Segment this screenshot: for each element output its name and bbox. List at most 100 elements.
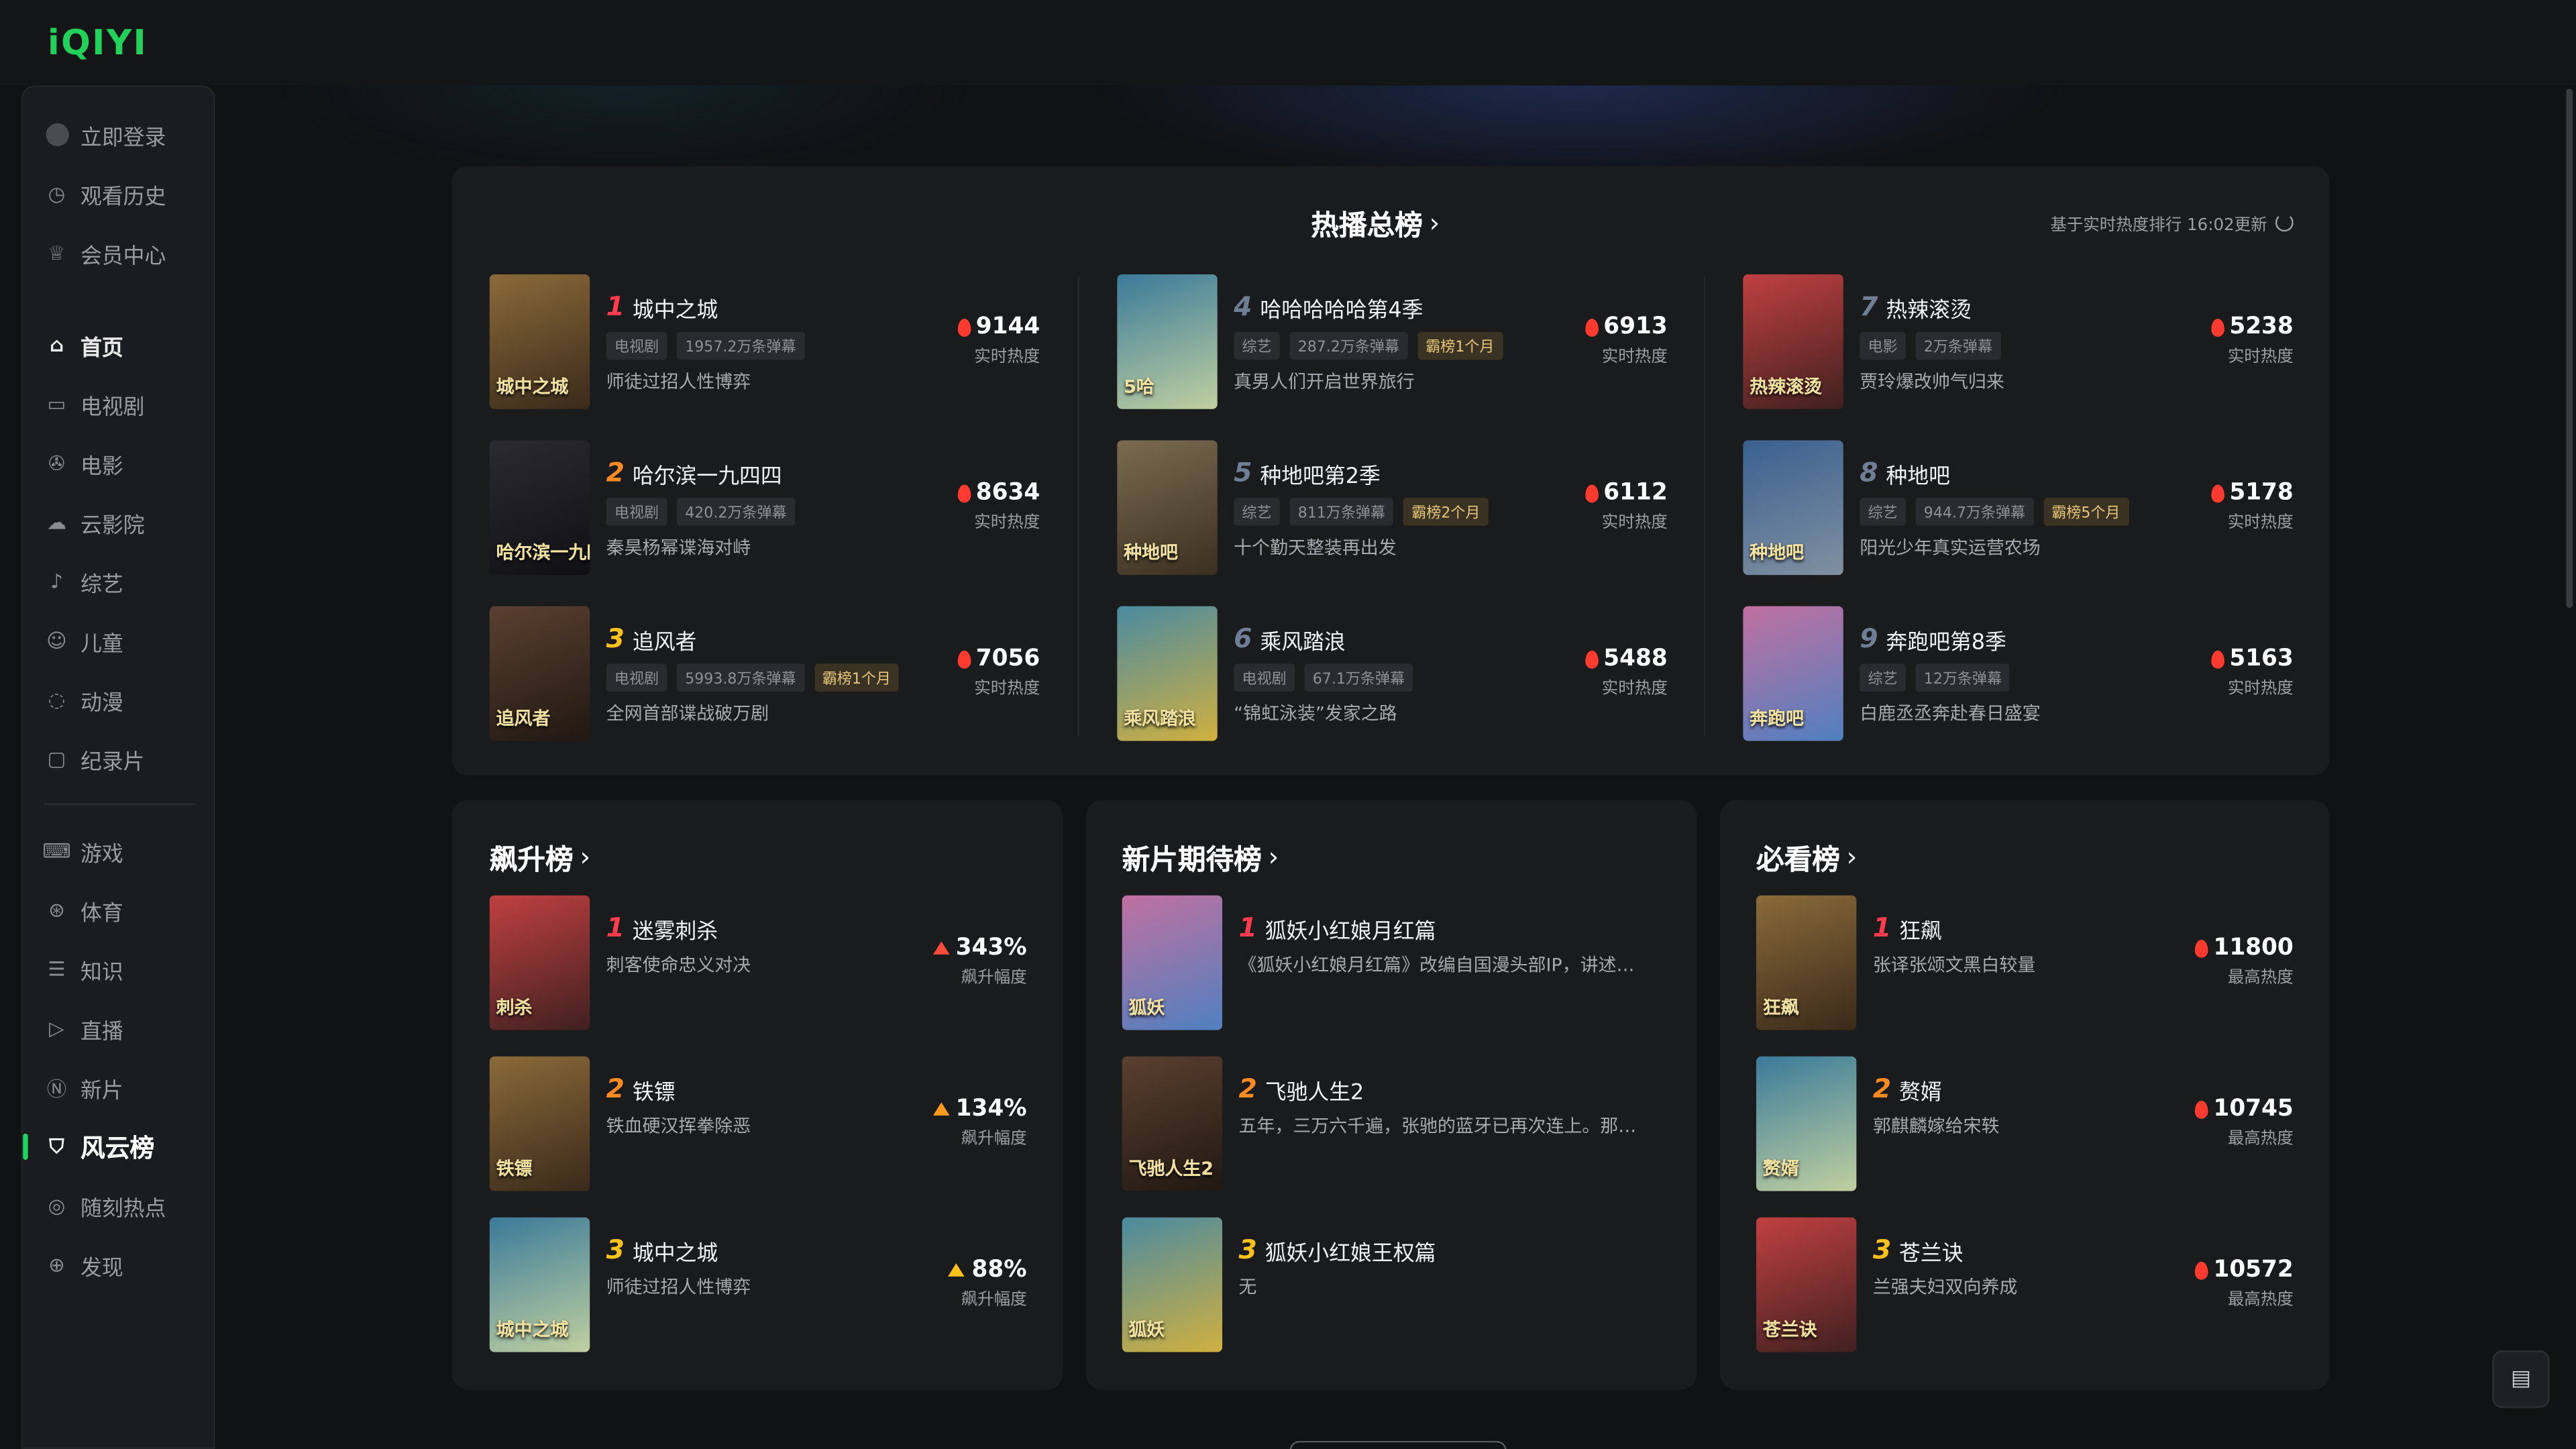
refresh-icon[interactable]: [2275, 213, 2294, 232]
item-title[interactable]: 苍兰诀: [1899, 1236, 1964, 1267]
item-title[interactable]: 迷雾刺杀: [633, 914, 718, 945]
item-title[interactable]: 奔跑吧第8季: [1886, 625, 2006, 655]
item-title[interactable]: 飞驰人生2: [1265, 1075, 1364, 1106]
sidebar-item-knowledge[interactable]: ☰ 知识: [44, 951, 123, 987]
chart-item[interactable]: 5哈 4 哈哈哈哈哈第4季 综艺 287.2万条弹幕 霸榜1个月 真男人们开启世界旅行 691…: [1117, 274, 1668, 409]
poster-image[interactable]: 狐妖: [1122, 1217, 1223, 1352]
list-item[interactable]: 狐妖 1 狐妖小红娘月红篇 《狐妖小红娘月红篇》改编自国漫头部IP，讲述…: [1122, 895, 1660, 1030]
item-title[interactable]: 热辣滚烫: [1886, 292, 1971, 324]
upcoming-title[interactable]: 新片期待榜 ›: [1122, 837, 1279, 877]
chart-item[interactable]: 追风者 3 追风者 电视剧 5993.8万条弹幕 霸榜1个月 全网首部谍战破万剧 7056 实时…: [489, 606, 1040, 741]
upcoming-panel: 新片期待榜 › 狐妖 1 狐妖小红娘月红篇 《狐妖小红娘月红篇》改编自国漫头部IP，讲述…: [1085, 800, 1697, 1390]
tag: 67.1万条弹幕: [1304, 663, 1413, 692]
iqiyi-logo[interactable]: iQIYI: [48, 23, 148, 62]
mustwatch-title[interactable]: 必看榜 ›: [1756, 837, 1857, 877]
kids-icon: ☺: [46, 629, 67, 653]
sidebar-item-discover[interactable]: ⊕ 发现: [44, 1247, 123, 1283]
chart-item[interactable]: 种地吧 5 种地吧第2季 综艺 811万条弹幕 霸榜2个月 十个勤天整装再出发 6112 实时热…: [1117, 440, 1668, 576]
sidebar-item-tv[interactable]: ▭ 电视剧: [44, 386, 145, 423]
scrollbar[interactable]: [2566, 89, 2573, 608]
poster-image[interactable]: 乘风踏浪: [1117, 606, 1218, 741]
poster-image[interactable]: 种地吧: [1117, 440, 1218, 576]
poster-image[interactable]: 赘婿: [1756, 1056, 1857, 1191]
chart-item[interactable]: 奔跑吧 9 奔跑吧第8季 综艺 12万条弹幕 白鹿丞丞奔赴春日盛宴 5163 实时热度: [1743, 606, 2294, 741]
poster-image[interactable]: 哈尔滨一九四四: [489, 440, 590, 576]
sidebar-item-games[interactable]: ⌨ 游戏: [42, 833, 123, 869]
sidebar-item-variety[interactable]: ♪ 综艺: [44, 564, 123, 600]
sidebar-item-charts[interactable]: ⛉ 风云榜: [44, 1128, 154, 1165]
chart-item[interactable]: 哈尔滨一九四四2哈尔滨一九四四电视剧420.2万条弹幕秦昊杨幂谍海对峙8634实…: [489, 440, 1040, 576]
hot-chart-title[interactable]: 热播总榜 ›: [1311, 202, 1440, 244]
heat-value: 10572: [2195, 1256, 2294, 1283]
sidebar-item-login[interactable]: 立即登录: [44, 117, 166, 153]
poster-image[interactable]: 城中之城: [489, 274, 590, 409]
item-title[interactable]: 种地吧第2季: [1260, 458, 1380, 490]
game-icon: ⌨: [42, 839, 71, 863]
sidebar-item-live[interactable]: ▷ 直播: [44, 1010, 123, 1046]
chart-item[interactable]: 热辣滚烫 7 热辣滚烫 电影 2万条弹幕 贾玲爆改帅气归来 5238 实时热度: [1743, 274, 2294, 409]
poster-image[interactable]: 苍兰诀: [1756, 1217, 1857, 1352]
poster-image[interactable]: 刺杀: [489, 895, 590, 1030]
list-item[interactable]: 狂飙 1 狂飙 张译张颂文黑白较量 11800 最高热度: [1756, 895, 2294, 1030]
new-icon: Ⓝ: [46, 1077, 67, 1100]
sidebar-item-history[interactable]: ◷ 观看历史: [44, 176, 166, 212]
sidebar-item-film[interactable]: ✇ 电影: [44, 445, 123, 482]
item-title[interactable]: 赘婿: [1899, 1075, 1942, 1106]
list-item[interactable]: 飞驰人生2 2 飞驰人生2 五年，三万六千遍，张驰的蓝牙已再次连上。那…: [1122, 1056, 1660, 1191]
poster-image[interactable]: 狂飙: [1756, 895, 1857, 1030]
heat-label: 最高热度: [2227, 1291, 2294, 1309]
poster-image[interactable]: 狐妖: [1122, 895, 1223, 1030]
heat-value: 88%: [949, 1256, 1027, 1283]
poster-image[interactable]: 奔跑吧: [1743, 606, 1843, 741]
sidebar-item-kids[interactable]: ☺ 儿童: [44, 623, 123, 659]
item-title[interactable]: 狐妖小红娘月红篇: [1265, 914, 1436, 945]
item-title[interactable]: 乘风踏浪: [1260, 625, 1345, 655]
heat-label: 实时热度: [1601, 514, 1668, 533]
poster-image[interactable]: 种地吧: [1743, 440, 1843, 576]
poster-image[interactable]: 铁镖: [489, 1056, 590, 1191]
poster-image[interactable]: 追风者: [489, 606, 590, 741]
bottom-handle[interactable]: [1289, 1440, 1507, 1449]
sidebar-item-sports[interactable]: ⊛ 体育: [44, 892, 123, 928]
sidebar-item-home[interactable]: ⌂ 首页: [44, 327, 123, 363]
sidebar-item-documentary[interactable]: ▢ 纪录片: [44, 741, 145, 777]
list-item[interactable]: 刺杀 1 迷雾刺杀 刺客使命忠义对决 343% 飙升幅度: [489, 895, 1027, 1030]
item-title[interactable]: 追风者: [633, 625, 697, 655]
item-title[interactable]: 铁镖: [633, 1075, 676, 1106]
item-title[interactable]: 哈哈哈哈哈第4季: [1260, 292, 1423, 324]
panel-title-text: 新片期待榜: [1122, 844, 1262, 877]
rising-title[interactable]: 飙升榜 ›: [490, 837, 590, 877]
sidebar-item-hot[interactable]: ◎ 随刻热点: [44, 1188, 166, 1224]
column-divider: [1703, 276, 1706, 737]
list-item[interactable]: 铁镖 2 铁镖 铁血硬汉挥拳除恶 134% 飙升幅度: [489, 1056, 1027, 1191]
rank-number: 7: [1860, 290, 1878, 323]
top-bar: iQIYI: [0, 0, 2576, 86]
list-item[interactable]: 城中之城 3 城中之城 师徒过招人性博弈 88% 飙升幅度: [489, 1217, 1027, 1352]
list-item[interactable]: 苍兰诀 3 苍兰诀 兰强夫妇双向养成 10572 最高热度: [1756, 1217, 2294, 1352]
item-title[interactable]: 哈尔滨一九四四: [633, 458, 782, 490]
feedback-button[interactable]: ▤: [2492, 1350, 2550, 1408]
list-item[interactable]: 狐妖 3 狐妖小红娘王权篇无: [1122, 1217, 1660, 1352]
poster-image[interactable]: 飞驰人生2: [1122, 1056, 1223, 1191]
item-title[interactable]: 种地吧: [1886, 458, 1950, 490]
sidebar-item-new[interactable]: Ⓝ 新片: [44, 1069, 123, 1106]
sidebar-item-anime[interactable]: ◌ 动漫: [44, 682, 123, 718]
item-title[interactable]: 狐妖小红娘王权篇: [1265, 1236, 1436, 1267]
poster-image[interactable]: 热辣滚烫: [1743, 274, 1843, 409]
heat-value: 10745: [2195, 1095, 2294, 1122]
poster-image[interactable]: 5哈: [1117, 274, 1218, 409]
item-title[interactable]: 狂飙: [1899, 914, 1942, 945]
chart-item[interactable]: 城中之城 1 城中之城 电视剧 1957.2万条弹幕 师徒过招人性博弈 9144 实时热度: [489, 274, 1040, 409]
heat-label: 实时热度: [2227, 348, 2294, 367]
tag-list: 电视剧 67.1万条弹幕: [1234, 663, 1413, 692]
item-title[interactable]: 城中之城: [633, 292, 718, 324]
sidebar-item-cloud[interactable]: ☁ 云影院: [44, 504, 145, 541]
list-item[interactable]: 赘婿 2 赘婿 郭麒麟嫁给宋轶 10745 最高热度: [1756, 1056, 2294, 1191]
item-title[interactable]: 城中之城: [633, 1236, 718, 1267]
heat-value: 5178: [2211, 480, 2294, 506]
heat-value: 8634: [957, 480, 1040, 506]
sidebar-item-vip[interactable]: ♕ 会员中心: [44, 235, 166, 271]
chart-item[interactable]: 乘风踏浪 6 乘风踏浪 电视剧 67.1万条弹幕 “锦虹泳装”发家之路 5488 实时热度: [1117, 606, 1668, 741]
poster-image[interactable]: 城中之城: [489, 1217, 590, 1352]
chart-item[interactable]: 种地吧 8 种地吧 综艺 944.7万条弹幕 霸榜5个月 阳光少年真实运营农场 5178 实时热…: [1743, 440, 2294, 576]
